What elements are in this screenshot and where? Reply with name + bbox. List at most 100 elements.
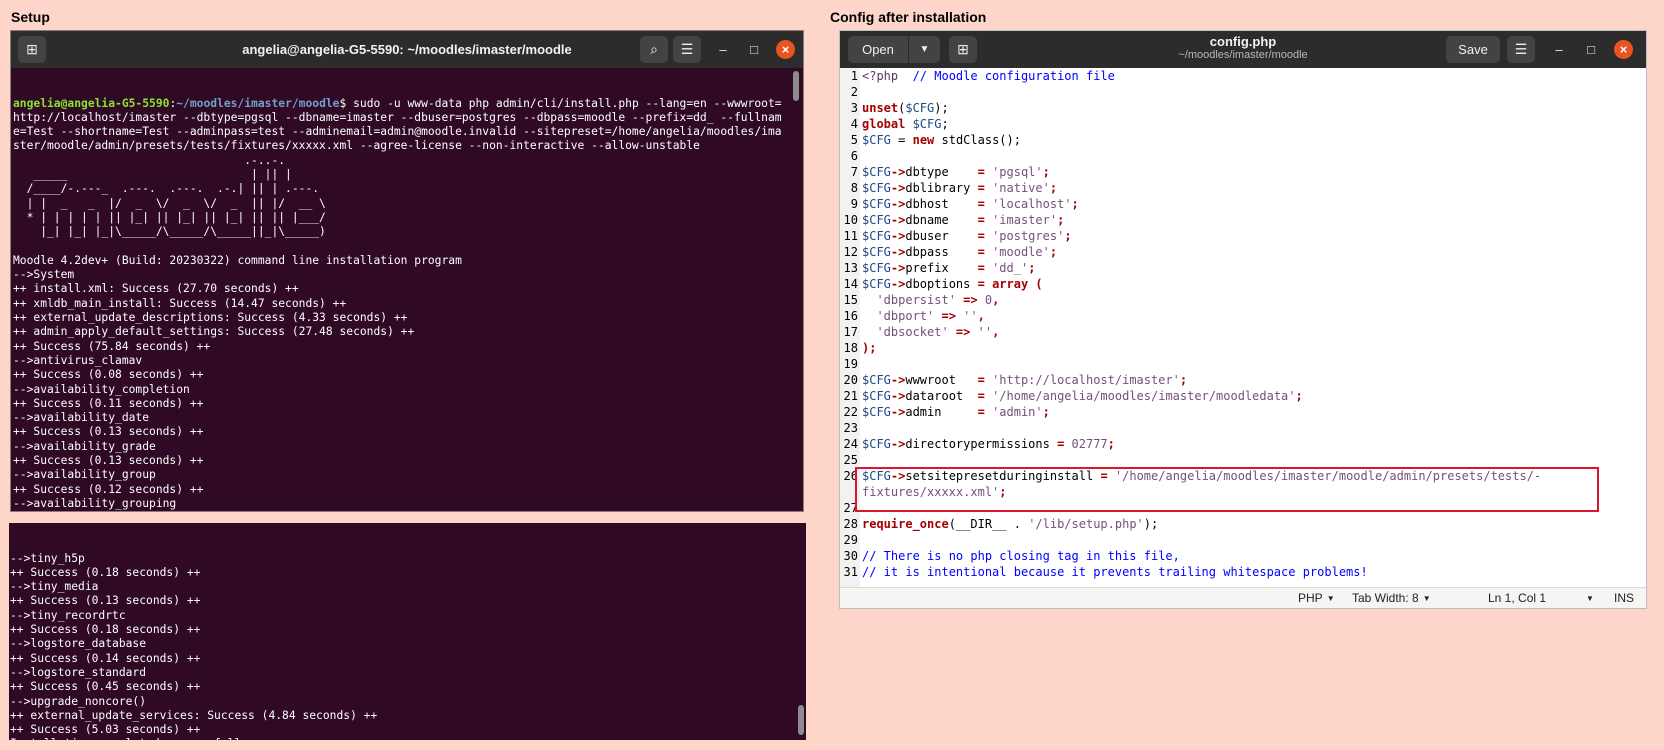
- line-number-label: 14: [843, 277, 858, 291]
- code-token: 'moodle': [992, 245, 1050, 259]
- terminal-line: -->logstore_database: [10, 637, 147, 651]
- code-token: array: [992, 277, 1029, 291]
- code-token: ->: [890, 373, 906, 387]
- code-token: 'dd_': [992, 261, 1029, 275]
- code-token: $CFG: [862, 165, 891, 179]
- save-button[interactable]: Save: [1446, 36, 1500, 63]
- code-token: 'dbsocket': [862, 325, 949, 339]
- chevron-down-icon: ▼: [1326, 594, 1335, 603]
- code-token: ;: [1049, 245, 1058, 259]
- code-token: =: [977, 229, 993, 243]
- code-token: ->: [890, 245, 906, 259]
- terminal-line: ++ Success (0.45 seconds) ++: [10, 680, 201, 694]
- code-token: $CFG: [862, 133, 891, 147]
- chevron-down-icon: ▼: [1422, 594, 1431, 603]
- line-number-label: 8: [850, 181, 858, 195]
- line-number-label: 4: [850, 117, 858, 131]
- code-token: // There is no php closing tag in this f…: [862, 549, 1180, 563]
- code-token: );: [862, 341, 877, 355]
- code-token: 'dbpersist': [862, 293, 956, 307]
- config-heading: Config after installation: [830, 9, 987, 25]
- code-token: ->: [890, 197, 906, 211]
- code-token: =: [977, 405, 993, 419]
- line-number-label: 1: [850, 69, 858, 83]
- code-token: ;: [941, 117, 949, 131]
- position-menu-icon[interactable]: ▼: [1582, 588, 1594, 609]
- terminal-line: ++ Success (5.03 seconds) ++: [10, 723, 201, 737]
- line-number-label: 22: [843, 405, 858, 419]
- terminal-line: ++ admin_apply_default_settings: Success…: [13, 325, 415, 339]
- tab-width-selector[interactable]: Tab Width: 8 ▼: [1352, 588, 1431, 609]
- prompt-path: ~/moodles/imaster/moodle: [176, 96, 340, 110]
- code-token: 02777: [1071, 437, 1108, 451]
- line-number-label: 11: [843, 229, 858, 243]
- new-document-icon[interactable]: ⊞: [949, 36, 977, 63]
- terminal-line: ++ external_update_services: Success (4.…: [10, 708, 378, 722]
- terminal-line: ++ Success (75.84 seconds) ++: [13, 339, 211, 353]
- terminal-line: e=Test --shortname=Test --adminpass=test…: [13, 125, 782, 139]
- code-view[interactable]: 1 2 3 4 5 6 7 8 9 10 11 12 13 14 15 16 17 18 19 20 21 22 23 24 2…: [840, 68, 1646, 588]
- terminal-line: -->tiny_media: [10, 580, 99, 594]
- maximize-icon[interactable]: □: [1581, 40, 1601, 60]
- code-token: ->: [890, 437, 906, 451]
- chevron-down-icon[interactable]: ▼: [909, 36, 940, 63]
- code-token: dboptions: [905, 277, 978, 291]
- line-number-label: 28: [843, 517, 858, 531]
- highlight-annotation: [855, 467, 1599, 512]
- terminal-scrollbar[interactable]: [793, 71, 799, 101]
- code-token: =>: [955, 293, 985, 307]
- language-label: PHP: [1298, 591, 1323, 605]
- prompt-user: angelia@angelia-G5-5590: [13, 96, 170, 110]
- language-selector[interactable]: PHP ▼: [1298, 588, 1335, 609]
- code-token: $CFG: [862, 213, 891, 227]
- editor-headerbar: Open ▼ ⊞ config.php ~/moodles/imaster/mo…: [840, 31, 1646, 68]
- code-token: ->: [890, 213, 906, 227]
- maximize-icon[interactable]: □: [744, 40, 764, 60]
- code-token: =: [977, 389, 993, 403]
- close-icon[interactable]: ×: [1614, 40, 1633, 59]
- terminal-output[interactable]: angelia@angelia-G5-5590:~/moodles/imaste…: [13, 68, 793, 511]
- terminal-line: Moodle 4.2dev+ (Build: 20230322) command…: [13, 253, 462, 267]
- terminal-line: -->availability_group: [13, 468, 156, 482]
- insert-mode[interactable]: INS: [1614, 588, 1634, 608]
- minimize-icon[interactable]: –: [1549, 40, 1569, 60]
- code-token: 0: [984, 293, 993, 307]
- line-number-label: 23: [843, 421, 858, 435]
- terminal-line: -->availability_grade: [13, 439, 156, 453]
- code-token: $CFG: [905, 117, 942, 131]
- menu-icon[interactable]: ☰: [673, 36, 701, 63]
- search-icon[interactable]: ⌕: [640, 36, 668, 63]
- code-token: // it is intentional because it prevents…: [862, 565, 1368, 579]
- line-number-label: 16: [843, 309, 858, 323]
- cursor-position[interactable]: Ln 1, Col 1: [1488, 588, 1546, 608]
- line-number-label: 24: [843, 437, 858, 451]
- line-number-label: 31: [843, 565, 858, 579]
- code-token: =: [1057, 437, 1072, 451]
- menu-icon[interactable]: ☰: [1507, 36, 1535, 63]
- terminal-scrollbar-bottom[interactable]: [798, 705, 804, 735]
- line-number-label: 3: [850, 101, 858, 115]
- terminal-line: http://localhost/imaster --dbtype=pgsql …: [13, 110, 782, 124]
- close-icon[interactable]: ×: [776, 40, 795, 59]
- code-token: global: [862, 117, 906, 131]
- open-button[interactable]: Open: [848, 36, 908, 63]
- code-token: ;: [1042, 405, 1050, 419]
- code-token: 'dbport': [862, 309, 935, 323]
- editor-window: Open ▼ ⊞ config.php ~/moodles/imaster/mo…: [840, 31, 1646, 608]
- code-token: );: [934, 101, 949, 115]
- code-token: '': [977, 325, 993, 339]
- terminal-line: ++ Success (0.12 seconds) ++: [13, 482, 204, 496]
- terminal-line: -->availability_date: [13, 411, 150, 425]
- minimize-icon[interactable]: –: [713, 40, 733, 60]
- terminal-line: ++ external_update_descriptions: Success…: [13, 311, 408, 325]
- line-number-label: 17: [843, 325, 858, 339]
- terminal-output-bottom[interactable]: -->tiny_h5p ++ Success (0.18 seconds) ++ -…: [10, 523, 800, 740]
- line-number-label: 21: [843, 389, 858, 403]
- terminal-line: ++ install.xml: Success (27.70 seconds) …: [13, 282, 299, 296]
- code-token: ;: [1028, 261, 1036, 275]
- code-token: ->: [890, 277, 906, 291]
- code-token: =: [890, 133, 913, 147]
- code-token: 'imaster': [992, 213, 1058, 227]
- code-token: ->: [890, 165, 906, 179]
- code-token: ;: [1071, 197, 1079, 211]
